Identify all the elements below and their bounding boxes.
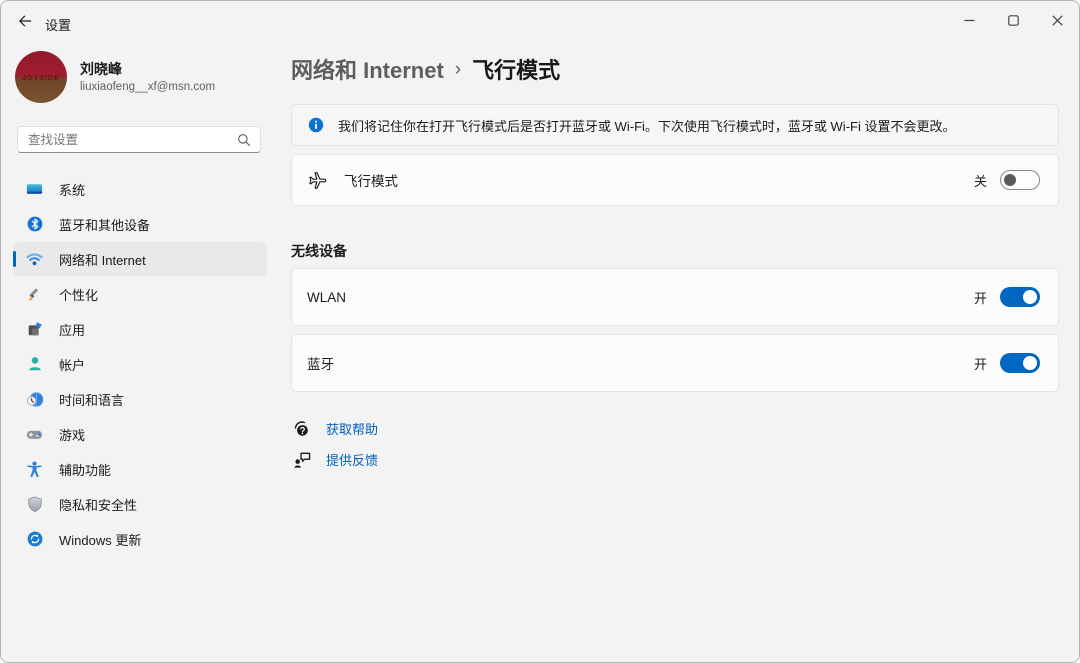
info-banner-text: 我们将记住你在打开飞行模式后是否打开蓝牙或 Wi-Fi。下次使用飞行模式时，蓝牙… bbox=[338, 118, 956, 134]
minimize-button[interactable] bbox=[947, 1, 991, 39]
window-controls bbox=[947, 1, 1079, 39]
page-title: 飞行模式 bbox=[472, 58, 561, 83]
wlan-state: 开 bbox=[973, 290, 987, 306]
wireless-section-title: 无线设备 bbox=[291, 243, 347, 259]
get-help-link[interactable]: 获取帮助 bbox=[326, 419, 378, 438]
update-icon bbox=[25, 530, 44, 549]
toggle-knob bbox=[1023, 290, 1037, 304]
sidebar-item-windows-update[interactable]: Windows 更新 bbox=[13, 522, 267, 556]
main-content: 网络和 Internet › 飞行模式 我们将记住你在打开飞行模式后是否打开蓝牙… bbox=[291, 41, 1059, 470]
get-help-icon bbox=[291, 418, 311, 438]
wifi-icon bbox=[25, 250, 44, 269]
close-icon bbox=[1051, 14, 1063, 26]
sidebar: JOYSIDE 刘晓峰 liuxiaofeng__xf@msn.com 查找设置… bbox=[1, 41, 279, 662]
sidebar-item-time-language[interactable]: 时间和语言 bbox=[13, 382, 267, 416]
airplane-mode-label: 飞行模式 bbox=[344, 174, 398, 189]
get-help-row[interactable]: 获取帮助 bbox=[291, 417, 1059, 439]
sidebar-item-label: 游戏 bbox=[59, 427, 86, 443]
airplane-mode-row: 飞行模式 关 bbox=[291, 154, 1059, 206]
help-section: 获取帮助 提供反馈 bbox=[291, 417, 1059, 470]
sidebar-item-label: Windows 更新 bbox=[59, 532, 142, 548]
paintbrush-icon bbox=[25, 285, 44, 304]
bluetooth-state: 开 bbox=[973, 356, 987, 372]
bluetooth-toggle[interactable] bbox=[1000, 353, 1040, 373]
sidebar-item-privacy-security[interactable]: 隐私和安全性 bbox=[13, 487, 267, 521]
sidebar-item-network-internet[interactable]: 网络和 Internet bbox=[13, 242, 267, 276]
breadcrumb: 网络和 Internet › 飞行模式 bbox=[291, 54, 1059, 84]
sidebar-item-gaming[interactable]: 游戏 bbox=[13, 417, 267, 451]
accessibility-icon bbox=[25, 460, 44, 479]
gamepad-icon bbox=[25, 425, 44, 444]
breadcrumb-parent[interactable]: 网络和 Internet bbox=[291, 53, 444, 85]
sidebar-item-personalization[interactable]: 个性化 bbox=[13, 277, 267, 311]
bluetooth-label: 蓝牙 bbox=[307, 357, 334, 372]
search-icon bbox=[237, 133, 251, 152]
app-title: 设置 bbox=[45, 18, 72, 33]
search-box bbox=[17, 126, 261, 153]
sidebar-item-label: 个性化 bbox=[59, 287, 99, 303]
back-button[interactable] bbox=[9, 6, 41, 36]
shield-icon bbox=[25, 495, 44, 514]
sidebar-item-label: 网络和 Internet bbox=[59, 252, 146, 268]
bluetooth-row: 蓝牙 开 bbox=[291, 334, 1059, 392]
toggle-knob bbox=[1004, 174, 1016, 186]
breadcrumb-separator: › bbox=[454, 58, 462, 80]
sidebar-item-label: 隐私和安全性 bbox=[59, 497, 138, 513]
time-language-icon bbox=[25, 390, 44, 409]
sidebar-item-accessibility[interactable]: 辅助功能 bbox=[13, 452, 267, 486]
bluetooth-icon bbox=[25, 215, 44, 234]
airplane-mode-state: 关 bbox=[973, 173, 987, 189]
sidebar-item-system[interactable]: 系统 bbox=[13, 172, 267, 206]
back-arrow-icon bbox=[19, 15, 32, 27]
apps-icon bbox=[25, 320, 44, 339]
profile-name: 刘晓峰 bbox=[80, 61, 122, 78]
sidebar-item-label: 系统 bbox=[59, 182, 86, 198]
settings-window: 设置 JOYSIDE 刘晓峰 liuxiaofeng__xf@msn.com 查… bbox=[0, 0, 1080, 663]
sidebar-nav: 系统 蓝牙和其他设备 网络和 Internet 个性化 应用 帐户 时间和语言 … bbox=[1, 172, 279, 556]
info-icon bbox=[308, 117, 324, 133]
sidebar-item-apps[interactable]: 应用 bbox=[13, 312, 267, 346]
wlan-toggle[interactable] bbox=[1000, 287, 1040, 307]
sidebar-item-label: 蓝牙和其他设备 bbox=[59, 217, 151, 233]
minimize-icon bbox=[964, 19, 974, 21]
wlan-label: WLAN bbox=[307, 289, 347, 305]
sidebar-item-label: 辅助功能 bbox=[59, 462, 112, 478]
selected-indicator bbox=[13, 251, 16, 267]
titlebar: 设置 bbox=[1, 1, 1079, 41]
airplane-icon bbox=[309, 171, 327, 189]
search-input[interactable] bbox=[18, 127, 260, 152]
profile-email: liuxiaofeng__xf@msn.com bbox=[80, 80, 216, 93]
maximize-icon bbox=[1007, 14, 1019, 26]
profile[interactable]: JOYSIDE 刘晓峰 liuxiaofeng__xf@msn.com bbox=[1, 41, 279, 103]
airplane-mode-toggle[interactable] bbox=[1000, 170, 1040, 190]
avatar: JOYSIDE bbox=[15, 51, 67, 103]
toggle-knob bbox=[1023, 356, 1037, 370]
system-icon bbox=[25, 180, 44, 199]
info-banner: 我们将记住你在打开飞行模式后是否打开蓝牙或 Wi-Fi。下次使用飞行模式时，蓝牙… bbox=[291, 104, 1059, 146]
sidebar-item-accounts[interactable]: 帐户 bbox=[13, 347, 267, 381]
account-icon bbox=[25, 355, 44, 374]
maximize-button[interactable] bbox=[991, 1, 1035, 39]
give-feedback-link[interactable]: 提供反馈 bbox=[326, 450, 378, 469]
feedback-icon bbox=[291, 449, 311, 469]
give-feedback-row[interactable]: 提供反馈 bbox=[291, 448, 1059, 470]
sidebar-item-bluetooth-devices[interactable]: 蓝牙和其他设备 bbox=[13, 207, 267, 241]
sidebar-item-label: 应用 bbox=[59, 322, 86, 338]
avatar-text: JOYSIDE bbox=[22, 75, 60, 82]
sidebar-item-label: 帐户 bbox=[59, 357, 86, 373]
sidebar-item-label: 时间和语言 bbox=[59, 392, 125, 408]
close-button[interactable] bbox=[1035, 1, 1079, 39]
wlan-row: WLAN 开 bbox=[291, 268, 1059, 326]
